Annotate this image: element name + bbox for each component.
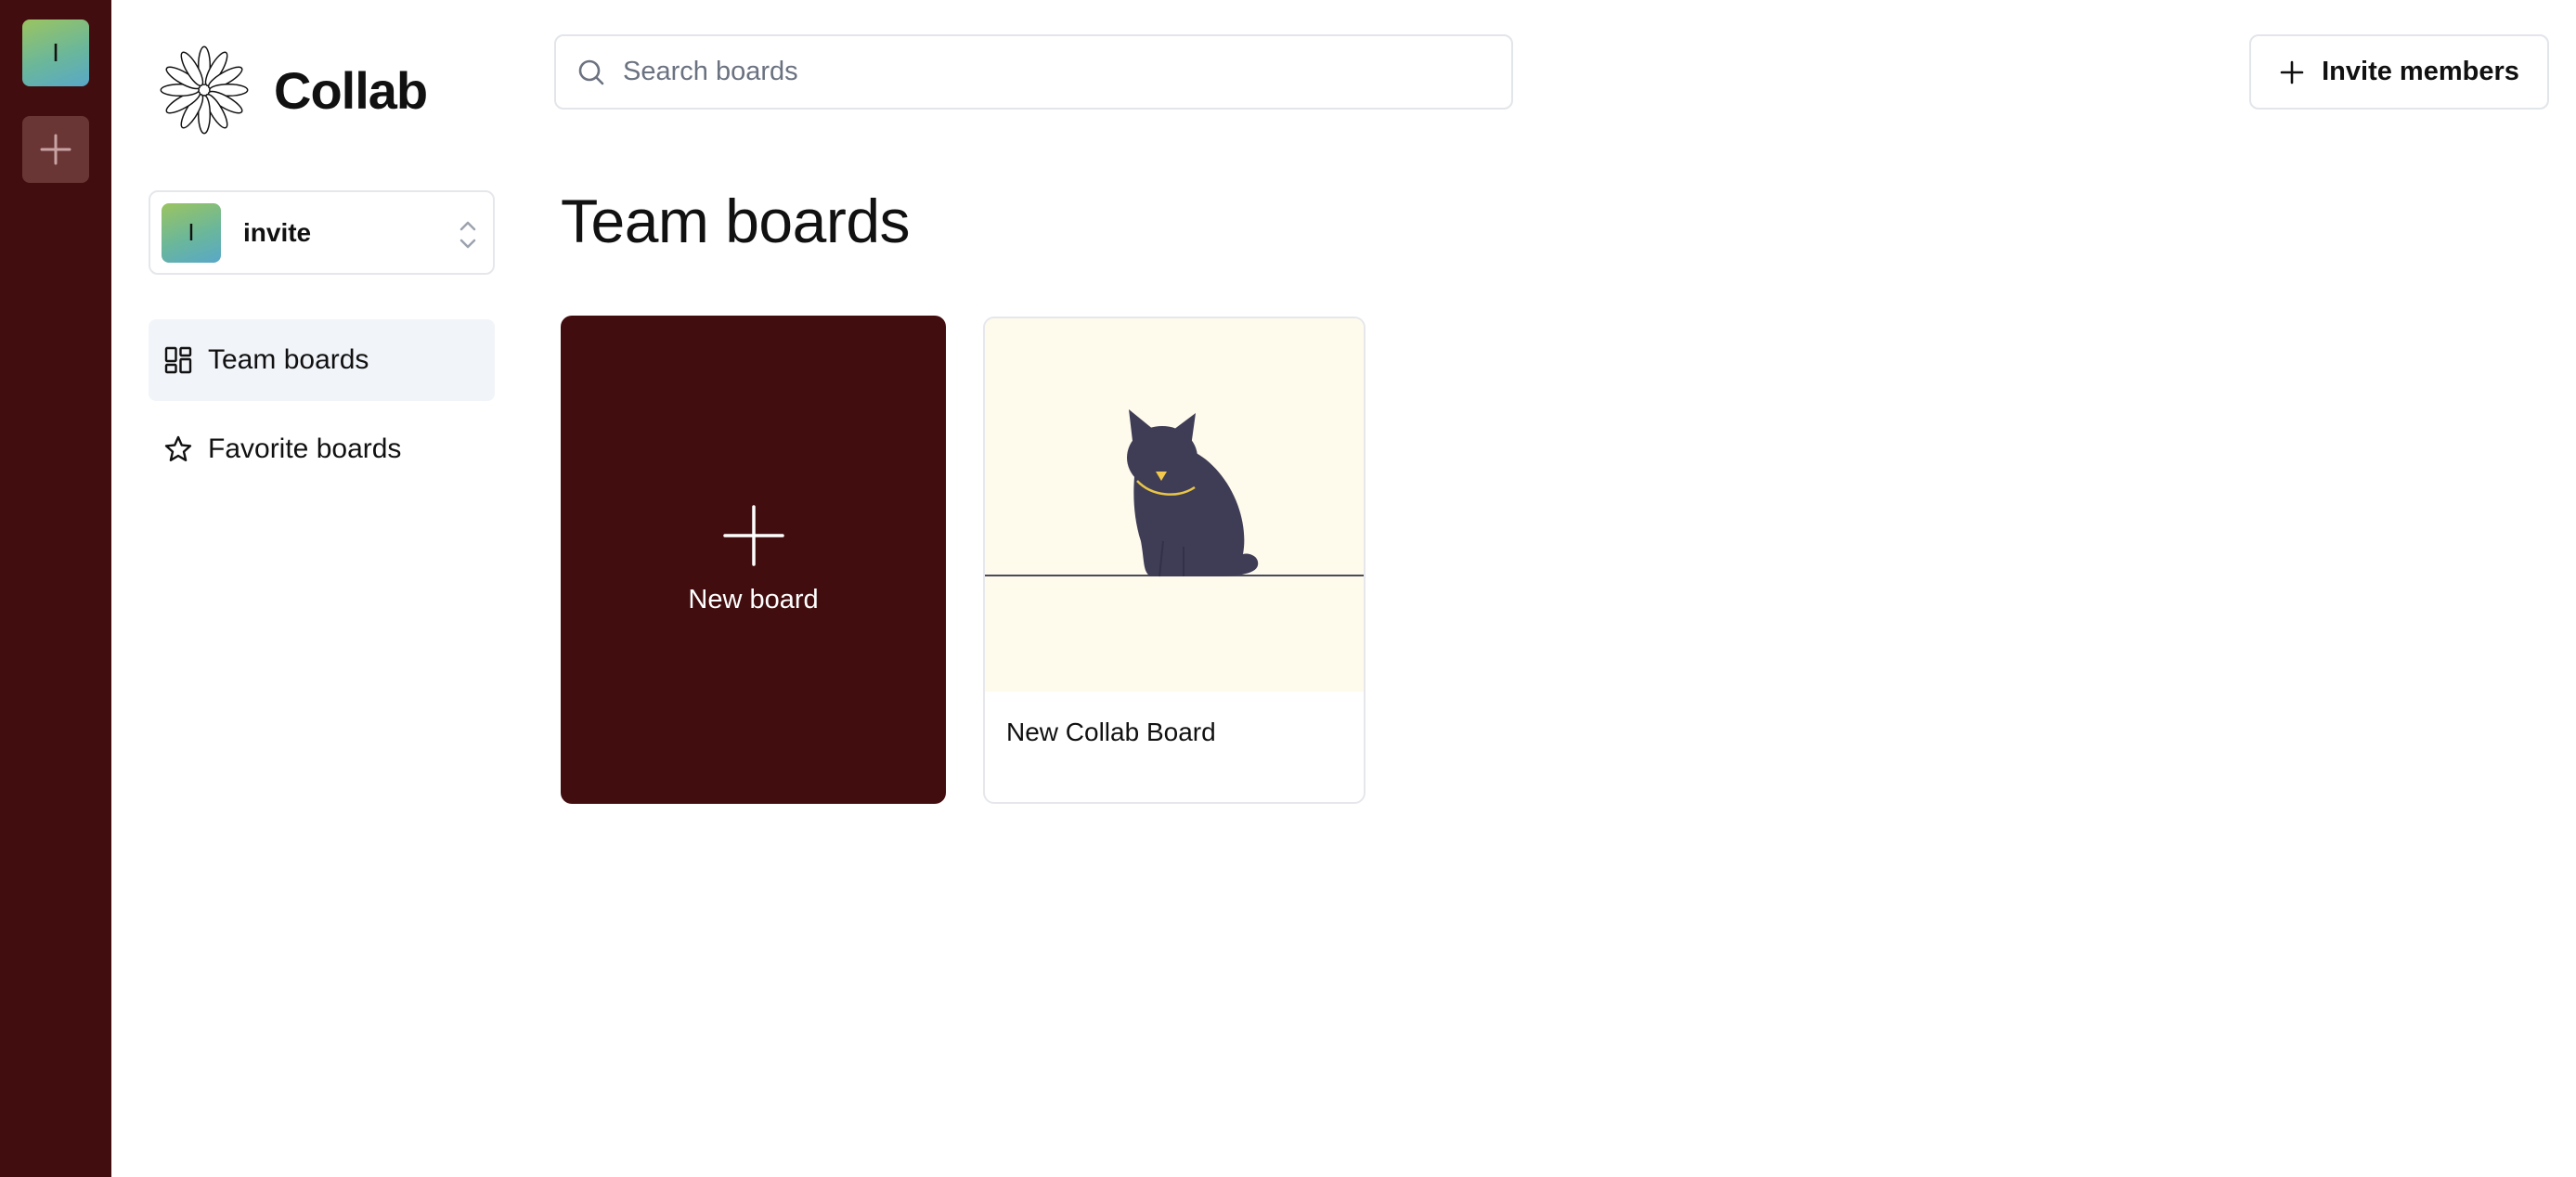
- org-rail: I: [0, 0, 111, 1177]
- org-switcher[interactable]: I invite: [149, 190, 495, 275]
- sidebar-item-favorite-boards[interactable]: Favorite boards: [149, 408, 495, 490]
- search-icon: [578, 59, 604, 84]
- search-input[interactable]: [623, 57, 1495, 87]
- board-card[interactable]: New Collab Board: [983, 317, 1366, 804]
- brand-name: Collab: [274, 60, 428, 120]
- plus-icon: [40, 134, 71, 165]
- search-bar[interactable]: [554, 34, 1513, 110]
- create-organization-button[interactable]: [22, 116, 89, 183]
- app-root: I Collab I invite Team boards Favorite b…: [0, 0, 2576, 1177]
- org-avatar-initial: I: [52, 38, 59, 67]
- logo[interactable]: Collab: [151, 37, 428, 143]
- cat-illustration-icon: [985, 409, 1364, 577]
- chevron-up-down-icon: [460, 221, 476, 249]
- org-switcher-initial: I: [188, 218, 195, 246]
- star-icon: [164, 435, 192, 461]
- org-switcher-name: invite: [243, 217, 312, 247]
- page-title: Team boards: [561, 187, 911, 255]
- flower-logo-icon: [160, 45, 249, 135]
- board-title: New Collab Board: [1006, 718, 1216, 746]
- sidebar-item-team-boards[interactable]: Team boards: [149, 319, 495, 401]
- new-board-button[interactable]: New board: [561, 316, 946, 804]
- sidebar-item-label: Team boards: [208, 344, 369, 375]
- org-avatar[interactable]: I: [22, 19, 89, 86]
- org-switcher-avatar: I: [162, 202, 221, 263]
- board-thumbnail: [985, 318, 1364, 692]
- plus-icon: [2280, 60, 2304, 84]
- invite-members-label: Invite members: [2322, 57, 2519, 86]
- sidebar-item-label: Favorite boards: [208, 433, 402, 464]
- dashboard-icon: [164, 346, 192, 374]
- new-board-label: New board: [688, 584, 819, 614]
- plus-icon: [722, 504, 784, 566]
- invite-members-button[interactable]: Invite members: [2249, 34, 2549, 110]
